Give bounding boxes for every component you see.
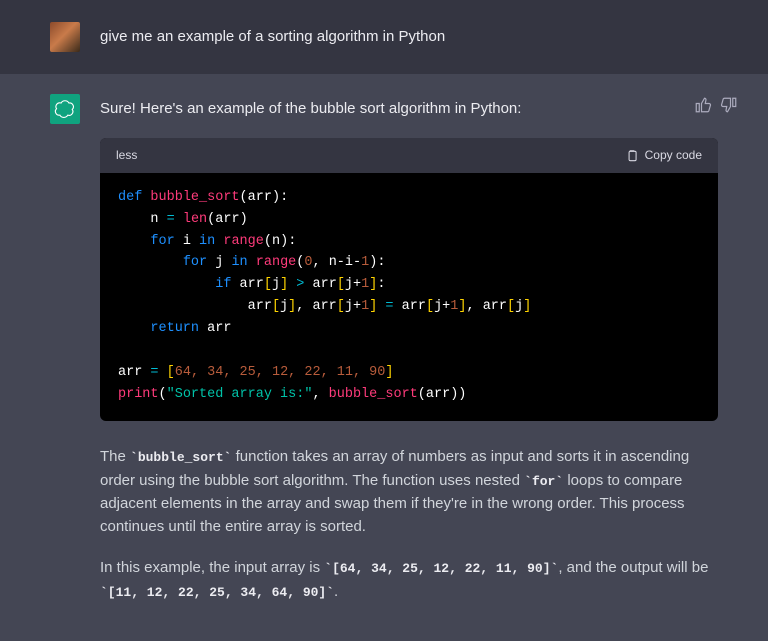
openai-logo-icon <box>54 98 76 120</box>
clipboard-icon <box>625 149 639 163</box>
explanation-paragraph-2: In this example, the input array is `[64… <box>100 556 718 603</box>
thumbs-up-button[interactable] <box>694 96 712 114</box>
assistant-intro: Sure! Here's an example of the bubble so… <box>100 94 718 120</box>
inline-code: `[64, 34, 25, 12, 22, 11, 90]` <box>324 561 558 576</box>
user-text: give me an example of a sorting algorith… <box>100 22 718 48</box>
user-avatar <box>50 22 80 52</box>
explanation-paragraph-1: The `bubble_sort` function takes an arra… <box>100 445 718 538</box>
code-header: less Copy code <box>100 138 718 173</box>
inline-code: `[11, 12, 22, 25, 34, 64, 90]` <box>100 585 334 600</box>
code-content: def bubble_sort(arr): n = len(arr) for i… <box>100 173 718 422</box>
copy-code-label: Copy code <box>645 146 702 165</box>
feedback-actions <box>694 96 738 114</box>
assistant-message: Sure! Here's an example of the bubble so… <box>0 74 768 641</box>
copy-code-button[interactable]: Copy code <box>625 146 702 165</box>
code-block: less Copy code def bubble_sort(arr): n =… <box>100 138 718 421</box>
user-message: give me an example of a sorting algorith… <box>0 0 768 74</box>
assistant-avatar <box>50 94 80 124</box>
thumbs-down-button[interactable] <box>720 96 738 114</box>
inline-code: `bubble_sort` <box>130 450 231 465</box>
inline-code: `for` <box>524 474 563 489</box>
code-language: less <box>116 146 137 165</box>
